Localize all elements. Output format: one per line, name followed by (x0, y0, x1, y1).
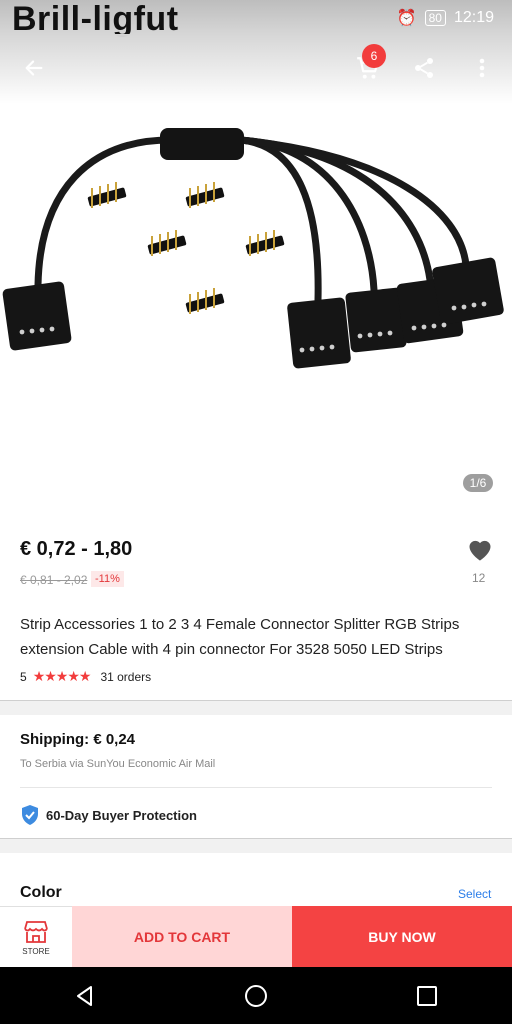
store-icon (24, 920, 48, 943)
store-label: STORE (22, 946, 50, 956)
select-color-link[interactable]: Select (458, 887, 491, 901)
heart-icon (469, 540, 491, 561)
buyer-protection[interactable]: 60-Day Buyer Protection (20, 804, 197, 826)
wishlist-button[interactable] (466, 536, 494, 567)
buyer-protection-label: 60-Day Buyer Protection (46, 807, 197, 823)
more-options-button[interactable] (462, 48, 502, 88)
divider-line (20, 787, 492, 788)
share-button[interactable] (404, 48, 444, 88)
bottom-action-bar: STORE ADD TO CART BUY NOW (0, 906, 512, 968)
back-arrow-icon (25, 60, 43, 76)
image-page-indicator: 1/6 (463, 474, 493, 492)
system-nav-bar (0, 967, 512, 1024)
section-divider (0, 700, 512, 715)
product-title: Strip Accessories 1 to 2 3 4 Female Conn… (20, 616, 460, 658)
wishlist-count: 12 (472, 571, 486, 585)
nav-recents-icon[interactable] (415, 984, 439, 1008)
shipping-detail: To Serbia via SunYou Economic Air Mail (20, 758, 216, 770)
clock: 12:19 (453, 9, 494, 26)
order-count: 31 orders (100, 669, 152, 684)
status-right: ⏰ 80 12:19 (397, 8, 494, 28)
rating-stars-icon: ★★★★★ (32, 668, 92, 684)
original-price: € 0,81 - 2,02 (20, 573, 88, 587)
store-button[interactable]: STORE (0, 906, 72, 968)
product-image[interactable] (0, 100, 512, 510)
buy-now-button[interactable]: BUY NOW (292, 906, 512, 967)
cart-count-badge: 6 (362, 44, 386, 68)
current-price: € 0,72 - 1,80 (20, 538, 133, 560)
add-to-cart-button[interactable]: ADD TO CART (72, 906, 292, 967)
section-divider (0, 838, 512, 853)
battery-indicator: 80 (424, 10, 446, 26)
rating-value: 5 (20, 669, 27, 684)
share-icon (415, 58, 433, 78)
nav-home-icon[interactable] (243, 983, 269, 1009)
rating-row: 5 ★★★★★ 31 orders (20, 668, 151, 685)
nav-back-icon[interactable] (73, 984, 97, 1008)
discount-badge: -11% (91, 571, 124, 587)
shield-icon (22, 805, 38, 825)
back-button[interactable] (14, 48, 54, 88)
shipping-title[interactable]: Shipping: € 0,24 (20, 731, 135, 748)
alarm-icon: ⏰ (396, 10, 417, 27)
color-label: Color (20, 884, 62, 901)
more-vertical-icon (479, 58, 485, 78)
